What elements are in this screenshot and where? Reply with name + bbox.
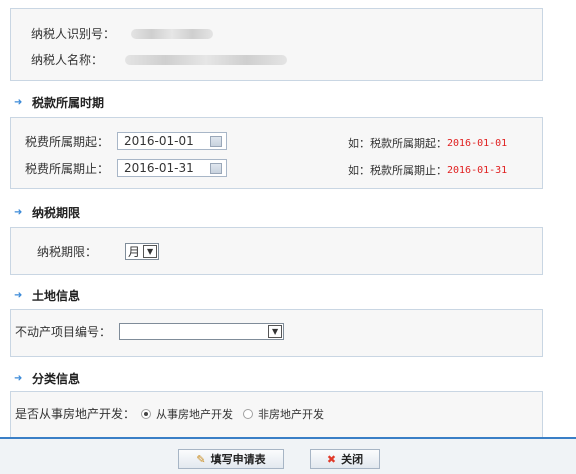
section-title-category: ➜ 分类信息 — [14, 370, 80, 387]
section-title-text: 分类信息 — [32, 372, 81, 386]
section-title-text: 纳税期限 — [32, 206, 81, 220]
tax-term-row: 纳税期限： 月 ▼ — [37, 243, 160, 260]
tax-term-selected: 月 — [128, 245, 141, 259]
period-end-hint-prefix: 如：税款所属期止： — [348, 164, 447, 177]
taxpayer-name-label: 纳税人名称： — [31, 53, 104, 67]
close-button[interactable]: ✖ 关闭 — [310, 449, 380, 469]
taxpayer-id-row: 纳税人识别号： — [31, 25, 214, 42]
arrow-right-icon: ➜ — [14, 372, 23, 384]
real-estate-label: 是否从事房地产开发： — [15, 407, 136, 421]
taxpayer-id-value-redacted — [131, 28, 214, 39]
real-estate-row: 是否从事房地产开发： 从事房地产开发 非房地产开发 — [15, 405, 334, 422]
close-label: 关闭 — [341, 453, 364, 466]
land-project-select[interactable]: ▼ — [119, 323, 285, 340]
period-start-value: 2016-01-01 — [124, 134, 194, 148]
radio-checked-icon[interactable] — [141, 408, 152, 419]
period-end-label: 税费所属期止： — [25, 161, 110, 176]
period-end-value: 2016-01-31 — [124, 161, 194, 175]
radio-non-real-estate[interactable]: 非房地产开发 — [243, 406, 324, 422]
arrow-right-icon: ➜ — [14, 96, 23, 108]
radio-non-real-estate-label: 非房地产开发 — [258, 407, 325, 421]
category-panel: 是否从事房地产开发： 从事房地产开发 非房地产开发 — [10, 391, 543, 437]
taxpayer-name-row: 纳税人名称： — [31, 51, 288, 68]
taxpayer-name-value-redacted — [125, 54, 288, 65]
section-title-land-info: ➜ 土地信息 — [14, 287, 80, 304]
section-title-tax-period: ➜ 税款所属时期 — [14, 94, 104, 111]
radio-unchecked-icon[interactable] — [243, 408, 254, 419]
land-info-panel: 不动产项目编号： ▼ — [10, 309, 543, 357]
radio-real-estate-dev-label: 从事房地产开发 — [156, 407, 234, 421]
tax-term-panel: 纳税期限： 月 ▼ — [10, 227, 543, 275]
period-start-input[interactable]: 2016-01-01 — [117, 132, 228, 150]
period-start-label: 税费所属期起： — [25, 134, 110, 149]
footer-bar: ✎ 填写申请表 ✖ 关闭 — [0, 437, 576, 474]
land-project-label: 不动产项目编号： — [15, 325, 112, 339]
period-start-hint: 如：税款所属期起： 2016-01-01 — [348, 135, 507, 151]
period-start-hint-prefix: 如：税款所属期起： — [348, 137, 447, 150]
tax-period-panel: 税费所属期起： 2016-01-01 如：税款所属期起： 2016-01-01 … — [10, 117, 543, 189]
chevron-down-icon[interactable]: ▼ — [143, 245, 158, 258]
section-title-tax-term: ➜ 纳税期限 — [14, 204, 80, 221]
land-project-row: 不动产项目编号： ▼ — [15, 323, 285, 340]
tax-term-label: 纳税期限： — [37, 245, 98, 259]
period-end-hint: 如：税款所属期止： 2016-01-31 — [348, 162, 507, 178]
taxpayer-panel: 纳税人识别号： 纳税人名称： — [10, 8, 543, 81]
calendar-icon[interactable] — [210, 135, 223, 147]
close-icon: ✖ — [326, 452, 337, 466]
radio-real-estate-dev[interactable]: 从事房地产开发 — [141, 406, 233, 422]
fill-application-button[interactable]: ✎ 填写申请表 — [178, 449, 284, 469]
chevron-down-icon[interactable]: ▼ — [268, 325, 283, 338]
calendar-icon[interactable] — [210, 162, 223, 174]
taxpayer-id-label: 纳税人识别号： — [31, 27, 116, 41]
fill-application-label: 填写申请表 — [210, 453, 266, 466]
period-end-row: 税费所属期止： 2016-01-31 — [25, 159, 228, 177]
section-title-text: 土地信息 — [32, 289, 81, 303]
section-title-text: 税款所属时期 — [32, 96, 105, 110]
arrow-right-icon: ➜ — [14, 289, 23, 301]
period-start-row: 税费所属期起： 2016-01-01 — [25, 132, 228, 150]
pencil-icon: ✎ — [196, 452, 206, 466]
arrow-right-icon: ➜ — [14, 206, 23, 218]
tax-term-select[interactable]: 月 ▼ — [125, 243, 160, 260]
period-end-input[interactable]: 2016-01-31 — [117, 159, 228, 177]
period-start-hint-value: 2016-01-01 — [447, 137, 508, 149]
period-end-hint-value: 2016-01-31 — [447, 164, 508, 176]
